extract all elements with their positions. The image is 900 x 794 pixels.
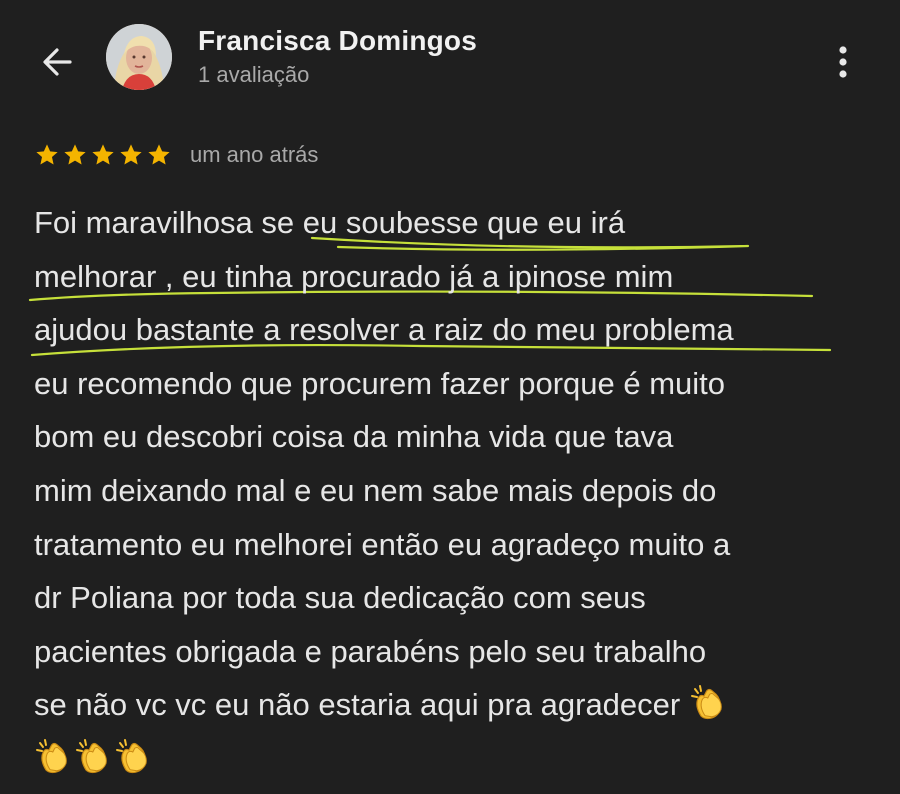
star-icon bbox=[148, 144, 170, 165]
review-count: 1 avaliação bbox=[198, 62, 310, 87]
star-icon bbox=[36, 144, 58, 165]
review-line: dr Poliana por toda sua dedicação com se… bbox=[34, 580, 646, 616]
review-line: pacientes obrigada e parabéns pelo seu t… bbox=[34, 633, 707, 669]
app-header: Francisca Domingos 1 avaliação bbox=[0, 0, 900, 120]
star-icon bbox=[120, 144, 142, 165]
review-line: bom eu descobri coisa da minha vida que … bbox=[34, 419, 674, 455]
back-button[interactable] bbox=[36, 40, 80, 84]
review-line: se não vc vc eu não estaria aqui pra agr… bbox=[34, 687, 681, 723]
clapping-hands-icon bbox=[689, 683, 729, 723]
more-options-button[interactable] bbox=[828, 40, 858, 84]
review-line: Foi maravilhosa se eu soubesse que eu ir… bbox=[34, 205, 626, 240]
clapping-hands-icon bbox=[114, 737, 154, 777]
review-text: Foi maravilhosa se eu soubesse que eu ir… bbox=[34, 196, 884, 786]
star-icon bbox=[64, 144, 86, 165]
review-emoji-line bbox=[34, 732, 884, 786]
avatar[interactable] bbox=[106, 24, 172, 90]
review-line: melhorar , eu tinha procurado já a ipino… bbox=[34, 258, 674, 294]
more-vert-icon bbox=[839, 46, 847, 78]
clapping-hands-icon bbox=[74, 737, 114, 777]
star-icon bbox=[92, 144, 114, 165]
clapping-hands-icon bbox=[34, 737, 74, 777]
review-line-last: se não vc vc eu não estaria aqui pra agr… bbox=[34, 678, 884, 732]
avatar-photo bbox=[106, 24, 172, 90]
user-name[interactable]: Francisca Domingos bbox=[198, 25, 477, 57]
arrow-left-icon bbox=[43, 48, 72, 76]
review-line: ajudou bastante a resolver a raiz do meu… bbox=[34, 312, 734, 348]
review-line: tratamento eu melhorei então eu agradeço… bbox=[34, 526, 731, 562]
review-line: eu recomendo que procurem fazer porque é… bbox=[34, 365, 726, 401]
star-rating bbox=[34, 142, 172, 168]
review-line: mim deixando mal e eu nem sabe mais depo… bbox=[34, 472, 717, 508]
review-timestamp: um ano atrás bbox=[190, 142, 319, 167]
rating-row: um ano atrás bbox=[34, 139, 318, 171]
